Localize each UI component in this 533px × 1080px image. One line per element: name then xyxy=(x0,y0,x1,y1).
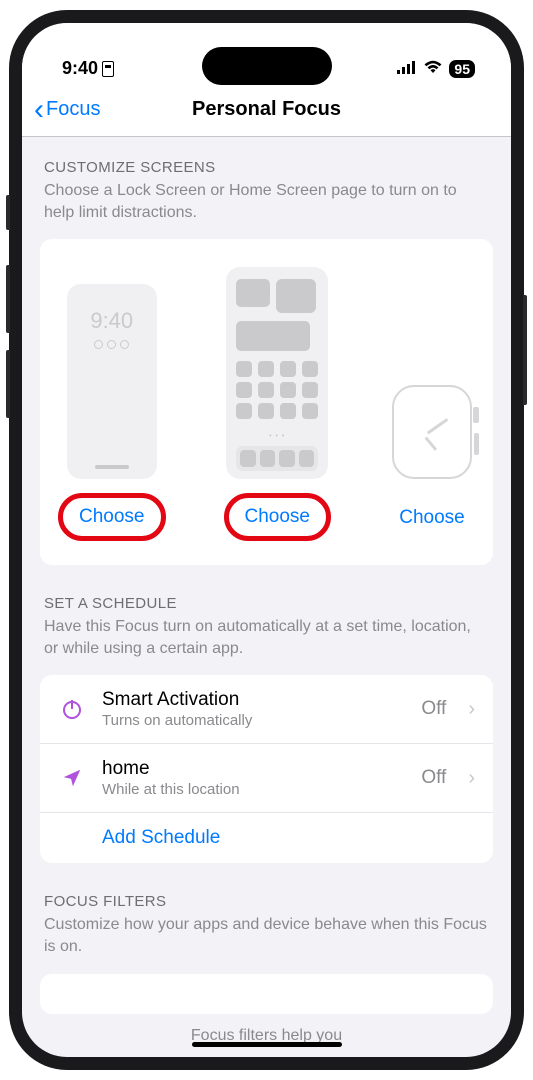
customize-title: CUSTOMIZE SCREENS xyxy=(44,159,489,176)
choose-lock-button[interactable]: Choose xyxy=(58,493,166,541)
power-icon xyxy=(58,697,86,721)
watch-body-icon xyxy=(392,385,472,479)
back-button[interactable]: ‹ Focus xyxy=(34,95,100,125)
chevron-right-icon: › xyxy=(468,698,475,721)
lock-screen-option: 9:40 Choose xyxy=(58,284,166,541)
smart-activation-sub: Turns on automatically xyxy=(102,712,405,729)
chevron-right-icon: › xyxy=(468,767,475,790)
add-schedule-label: Add Schedule xyxy=(102,827,475,849)
filters-title: FOCUS FILTERS xyxy=(44,893,489,910)
add-schedule-row[interactable]: Add Schedule xyxy=(40,812,493,863)
schedule-card: Smart Activation Turns on automatically … xyxy=(40,675,493,863)
back-label: Focus xyxy=(46,98,100,121)
filters-header: FOCUS FILTERS Customize how your apps an… xyxy=(22,871,511,965)
cellular-icon xyxy=(397,58,417,79)
location-sub: While at this location xyxy=(102,781,405,798)
status-time: 9:40 xyxy=(62,58,98,79)
lock-preview-widgets xyxy=(67,340,157,349)
home-screen-option: • • • Choose xyxy=(224,267,332,541)
filters-desc: Customize how your apps and device behav… xyxy=(44,914,489,957)
power-button xyxy=(523,295,527,405)
choose-watch-button[interactable]: Choose xyxy=(395,495,469,541)
lock-preview-time: 9:40 xyxy=(67,308,157,334)
status-right: 95 xyxy=(397,58,475,79)
filters-card xyxy=(40,974,493,1014)
phone-frame: 9:40 95 ‹ Focus Personal Focus xyxy=(9,10,524,1070)
volume-down-button xyxy=(6,350,10,418)
home-indicator[interactable] xyxy=(192,1042,342,1047)
schedule-title: SET A SCHEDULE xyxy=(44,595,489,612)
customize-screens-card: 9:40 Choose • • • Choose xyxy=(40,239,493,565)
customize-desc: Choose a Lock Screen or Home Screen page… xyxy=(44,180,489,223)
nav-bar: ‹ Focus Personal Focus xyxy=(22,83,511,137)
sim-icon xyxy=(102,61,114,77)
lock-screen-preview: 9:40 xyxy=(67,284,157,479)
smart-activation-row[interactable]: Smart Activation Turns on automatically … xyxy=(40,675,493,743)
location-arrow-icon xyxy=(58,767,86,789)
battery-badge: 95 xyxy=(449,60,475,78)
wifi-icon xyxy=(423,58,443,79)
mute-switch xyxy=(6,195,10,230)
location-value: Off xyxy=(421,767,446,789)
smart-activation-title: Smart Activation xyxy=(102,689,405,711)
lock-preview-indicator xyxy=(95,465,129,469)
home-screen-preview: • • • xyxy=(226,267,328,479)
content: CUSTOMIZE SCREENS Choose a Lock Screen o… xyxy=(22,137,511,1057)
schedule-header: SET A SCHEDULE Have this Focus turn on a… xyxy=(22,573,511,667)
status-left: 9:40 xyxy=(62,58,114,79)
smart-activation-value: Off xyxy=(421,698,446,720)
screen: 9:40 95 ‹ Focus Personal Focus xyxy=(22,23,511,1057)
schedule-desc: Have this Focus turn on automatically at… xyxy=(44,616,489,659)
dynamic-island xyxy=(202,47,332,85)
choose-home-button[interactable]: Choose xyxy=(224,493,332,541)
watch-face-option: Choose xyxy=(389,383,475,541)
location-row[interactable]: home While at this location Off › xyxy=(40,743,493,812)
chevron-left-icon: ‹ xyxy=(34,95,44,125)
watch-face-preview xyxy=(389,383,475,481)
customize-header: CUSTOMIZE SCREENS Choose a Lock Screen o… xyxy=(22,137,511,231)
volume-up-button xyxy=(6,265,10,333)
location-title: home xyxy=(102,758,405,780)
